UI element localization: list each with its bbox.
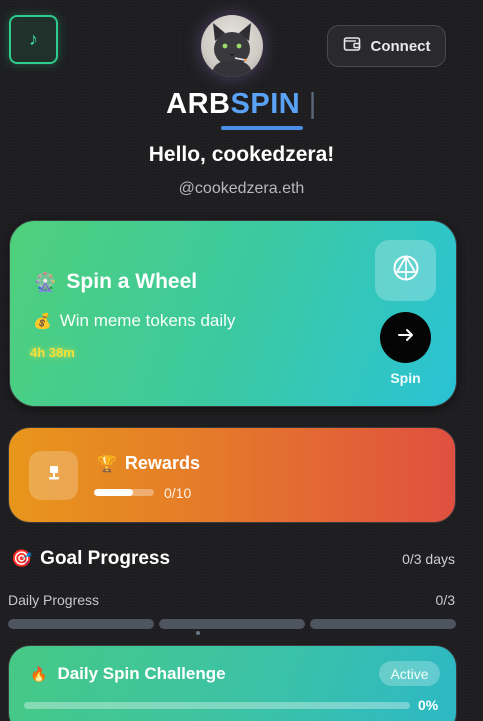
daily-progress-label: Daily Progress	[8, 592, 100, 608]
fire-icon: 🔥	[30, 665, 48, 682]
day-segment	[310, 619, 456, 629]
spin-arrow-button[interactable]	[380, 312, 431, 363]
logo-underline	[221, 126, 303, 130]
connect-wallet-button[interactable]: Connect	[327, 25, 446, 67]
rewards-title: 🏆 Rewards	[97, 453, 200, 474]
challenge-title-text: Daily Spin Challenge	[57, 664, 226, 683]
spin-card-subtitle: 💰 Win meme tokens daily	[33, 311, 235, 331]
avatar[interactable]	[201, 15, 263, 77]
user-handle: @cookedzera.eth	[178, 180, 305, 197]
money-bag-icon: 💰	[33, 313, 52, 330]
wheel-icon	[391, 253, 421, 288]
rewards-icon-tile	[29, 451, 78, 500]
music-note-icon: ♪	[29, 29, 38, 49]
rewards-count: 0/10	[164, 485, 192, 501]
logo-arb: ARB	[166, 88, 231, 120]
wheel-button[interactable]	[375, 240, 436, 301]
connect-label: Connect	[370, 37, 431, 55]
logo-spin: SPIN	[230, 88, 301, 120]
spin-timer: 4h 38m	[30, 345, 75, 360]
spin-card-title: 🎡 Spin a Wheel	[34, 270, 197, 294]
arrow-right-icon	[396, 325, 416, 350]
rewards-progress-fill	[94, 489, 133, 496]
greeting-title: Hello, cookedzera!	[148, 143, 335, 166]
trophy-stand-icon	[45, 464, 63, 487]
challenge-progress-bar	[24, 702, 410, 709]
target-icon: 🎯	[11, 549, 33, 568]
challenge-title: 🔥 Daily Spin Challenge	[30, 664, 226, 684]
rewards-progress-bar	[94, 489, 154, 496]
day-segment	[159, 619, 305, 629]
rewards-title-text: Rewards	[124, 453, 200, 473]
wallet-icon	[343, 36, 361, 56]
cat-avatar-icon	[211, 23, 253, 77]
spin-subtitle-text: Win meme tokens daily	[59, 311, 236, 330]
app-logo: ARBSPIN |	[0, 88, 483, 121]
segment-indicator-dot	[196, 631, 200, 635]
ferris-wheel-icon: 🎡	[34, 271, 57, 292]
music-toggle-button[interactable]: ♪	[9, 15, 58, 64]
spin-label: Spin	[390, 370, 421, 386]
goal-progress-title: 🎯 Goal Progress	[11, 548, 170, 570]
daily-progress-count: 0/3	[435, 592, 455, 608]
status-badge: Active	[379, 661, 440, 686]
challenge-percent: 0%	[418, 697, 439, 713]
trophy-icon: 🏆	[97, 455, 117, 473]
logo-cursor: |	[308, 88, 317, 120]
day-segment	[8, 619, 154, 629]
goal-days: 0/3 days	[402, 551, 455, 567]
spin-title-text: Spin a Wheel	[66, 270, 198, 293]
goal-title-text: Goal Progress	[40, 548, 171, 569]
